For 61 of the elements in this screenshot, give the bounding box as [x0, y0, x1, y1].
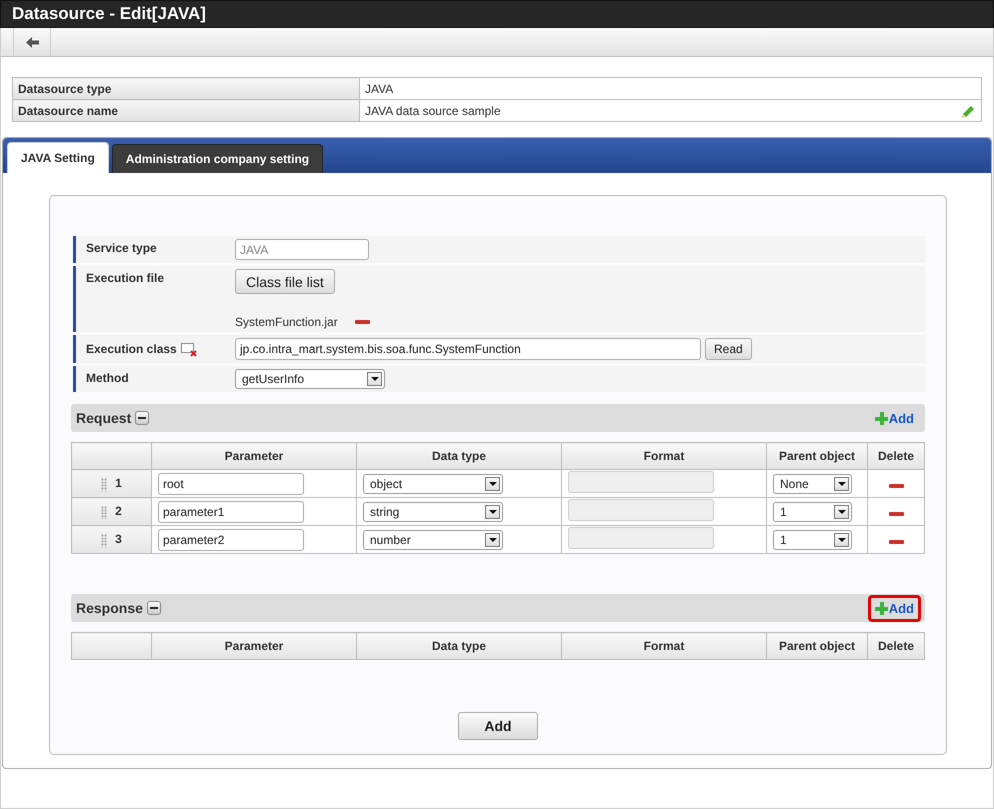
column-header: Format [562, 442, 766, 470]
drag-handle-icon[interactable] [101, 534, 108, 547]
back-button[interactable] [13, 28, 51, 56]
row-number: 1 [115, 476, 122, 490]
execution-class-field[interactable]: jp.co.intra_mart.system.bis.soa.func.SystemFunction [235, 338, 701, 360]
parameter-field[interactable]: parameter2 [158, 528, 304, 550]
field-label: Datasource type [12, 78, 360, 100]
column-header: Parameter [152, 442, 356, 470]
row-number: 3 [115, 532, 122, 546]
parameter-field[interactable]: parameter1 [158, 500, 304, 522]
file-name: SystemFunction.jar [235, 315, 338, 329]
field-label: Service type [73, 236, 229, 263]
window-title: Datasource - Edit[JAVA] [0, 0, 994, 28]
column-header: Parent object [766, 442, 868, 470]
plus-icon [874, 602, 888, 614]
field-value: JAVA data source sample [365, 104, 501, 118]
parent-object-select[interactable]: 1 [773, 530, 852, 550]
collapse-icon[interactable] [135, 411, 150, 425]
parent-object-select[interactable]: 1 [773, 502, 852, 522]
left-arrow-icon [26, 36, 38, 48]
parameter-field[interactable]: root [158, 472, 304, 494]
plus-icon [874, 412, 888, 424]
tab[interactable]: Administration company setting [112, 144, 324, 173]
class-file-list-button[interactable]: Class file list [235, 269, 335, 294]
field-value: JAVA [365, 82, 394, 96]
add-link[interactable]: Add [868, 594, 921, 622]
parent-object-select[interactable]: None [773, 474, 852, 494]
column-header: Parameter [152, 632, 356, 660]
format-field[interactable] [568, 527, 714, 549]
method-select[interactable]: getUserInfo [235, 369, 385, 389]
collapse-icon[interactable] [146, 601, 161, 615]
format-field[interactable] [568, 499, 714, 521]
column-header: Data type [356, 442, 562, 470]
row-number: 2 [115, 504, 122, 518]
column-header: Delete [868, 442, 924, 470]
service-type-field: JAVA [235, 239, 369, 260]
remove-icon[interactable] [888, 484, 904, 488]
add-link[interactable]: Add [868, 404, 921, 432]
remove-icon[interactable] [354, 320, 370, 324]
section-title: Response [76, 600, 143, 616]
field-label: Method [73, 366, 229, 392]
data-type-select[interactable]: number [363, 530, 503, 550]
remove-icon[interactable] [888, 540, 904, 544]
format-field[interactable] [568, 471, 714, 493]
remove-icon[interactable] [888, 512, 904, 516]
drag-handle-icon[interactable] [101, 478, 108, 491]
section-title: Request [76, 410, 132, 426]
field-label: Datasource name [12, 100, 360, 122]
column-header: Data type [356, 632, 562, 660]
column-header: Format [562, 632, 766, 660]
data-type-select[interactable]: object [363, 474, 503, 494]
add-button[interactable]: Add [458, 712, 538, 740]
clear-icon[interactable] [180, 342, 198, 356]
column-header: Parent object [766, 632, 868, 660]
field-label: Execution file [73, 266, 229, 332]
drag-handle-icon[interactable] [101, 506, 108, 519]
read-button[interactable]: Read [705, 338, 752, 360]
data-type-select[interactable]: string [363, 502, 503, 522]
tab[interactable]: JAVA Setting [7, 142, 109, 173]
column-header: Delete [868, 632, 924, 660]
field-label: Execution class [86, 342, 177, 356]
